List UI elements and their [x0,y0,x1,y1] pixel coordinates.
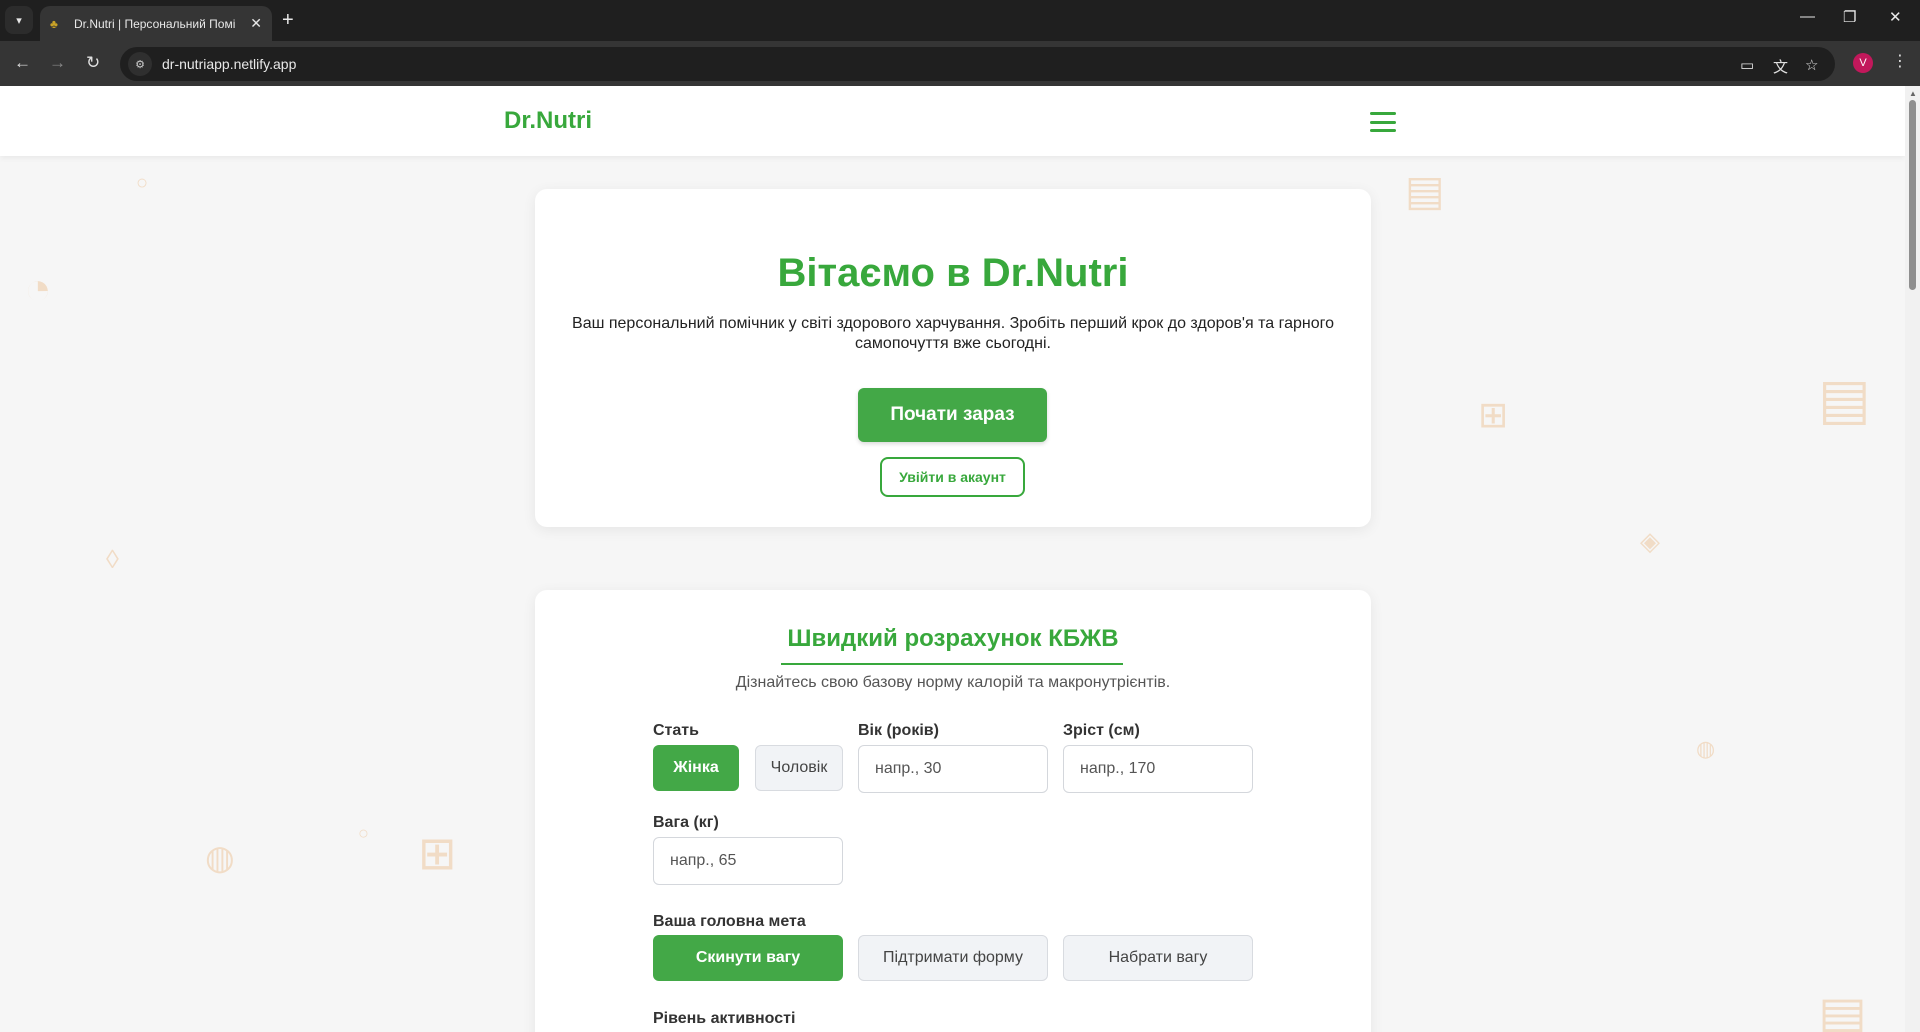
address-bar[interactable]: ⚙ dr-nutriapp.netlify.app ▭ 文 ☆ [120,47,1835,81]
gender-female-button[interactable]: Жінка [653,745,739,791]
height-input[interactable] [1063,745,1253,793]
page-viewport: ◔ ○ ◊ ◍ ○ ⊞ ▤ ⊞ ◈ ▤ ◍ ▤ Dr.Nutri Вітаємо… [0,86,1905,1032]
browser-tab[interactable]: ♣ Dr.Nutri | Персональний Помі ✕ [40,6,272,41]
url-text[interactable]: dr-nutriapp.netlify.app [162,56,296,72]
back-icon[interactable]: ← [14,52,31,74]
bookmark-star-icon[interactable]: ☆ [1805,56,1818,74]
goal-lose-weight-button[interactable]: Скинути вагу [653,935,843,981]
scroll-up-icon[interactable]: ▲ [1909,89,1917,98]
cutlery-decor-icon: ⊞ [418,827,457,879]
install-app-icon[interactable]: ▭ [1740,56,1754,74]
tab-close-icon[interactable]: ✕ [250,15,262,32]
page-scrollbar[interactable]: ▲ [1905,86,1920,1032]
menu-card-decor-icon: ▤ [1405,167,1445,214]
calculator-subtitle: Дізнайтесь свою базову норму калорій та … [735,674,1171,691]
profile-avatar[interactable]: V [1853,53,1873,73]
quick-calculator-card: Швидкий розрахунок КБЖВ Дізнайтесь свою … [535,590,1371,1032]
height-label: Зріст (см) [1063,722,1140,739]
forward-icon[interactable]: → [49,52,66,74]
restore-icon[interactable]: ❐ [1843,8,1856,26]
site-logo[interactable]: Dr.Nutri [504,107,592,135]
browser-tab-bar: ▾ ♣ Dr.Nutri | Персональний Помі ✕ + — ❐… [0,0,1920,41]
circle-decor-icon: ○ [358,823,369,843]
site-favicon-icon: ♣ [50,16,58,31]
welcome-card: Вітаємо в Dr.Nutri Ваш персональний помі… [535,189,1371,527]
welcome-description: Ваш персональний помічник у світі здоров… [572,315,1334,352]
card-decor-icon: ◈ [1640,526,1660,556]
weight-label: Вага (кг) [653,814,719,831]
menu-card-decor-icon: ▤ [1818,367,1871,430]
welcome-title: Вітаємо в Dr.Nutri [777,251,1129,295]
new-tab-icon[interactable]: + [282,8,294,32]
browser-toolbar: ← → ↻ ⚙ dr-nutriapp.netlify.app ▭ 文 ☆ [0,41,1920,86]
tab-search-button[interactable]: ▾ [5,6,33,34]
login-button[interactable]: Увійти в акаунт [880,457,1025,497]
close-window-icon[interactable]: ✕ [1889,8,1902,26]
cutlery-decor-icon: ⊞ [1478,394,1509,435]
age-input[interactable] [858,745,1048,793]
age-label: Вік (років) [858,722,939,739]
activity-label: Рівень активності [653,1010,796,1027]
avocado-decor-icon: ◔ [24,262,52,314]
leaf-decor-icon: ◊ [106,544,119,574]
goal-maintain-button[interactable]: Підтримати форму [858,935,1048,981]
calculator-title: Швидкий розрахунок КБЖВ [787,625,1119,652]
circle-decor-icon: ○ [136,172,149,194]
gender-label: Стать [653,722,699,739]
weight-input[interactable] [653,837,843,885]
goal-label: Ваша головна мета [653,913,806,930]
title-underline [781,663,1123,665]
goal-gain-weight-button[interactable]: Набрати вагу [1063,935,1253,981]
reload-icon[interactable]: ↻ [86,52,100,74]
egg-decor-icon: ◍ [1696,736,1716,761]
scrollbar-thumb[interactable] [1909,100,1916,290]
translate-icon[interactable]: 文 [1773,56,1788,77]
menu-card-decor-icon: ▤ [1818,987,1868,1032]
start-now-button[interactable]: Почати зараз [858,388,1047,442]
minimize-icon[interactable]: — [1800,8,1815,25]
egg-decor-icon: ◍ [205,839,235,877]
site-info-icon[interactable]: ⚙ [128,52,152,76]
site-header: Dr.Nutri [0,86,1905,156]
gender-male-button[interactable]: Чоловік [755,745,843,791]
tab-title: Dr.Nutri | Персональний Помі [74,16,236,31]
browser-menu-icon[interactable]: ⋮ [1892,51,1908,71]
hamburger-menu-icon[interactable] [1370,112,1396,132]
